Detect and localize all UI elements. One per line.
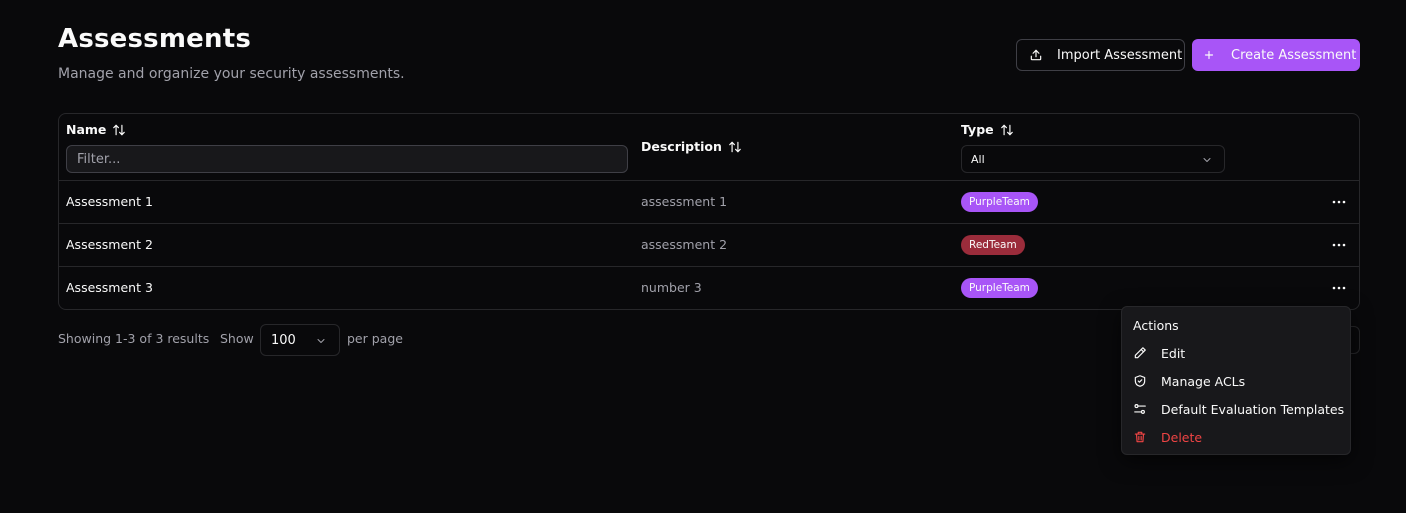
more-horizontal-icon — [1332, 286, 1346, 290]
type-badge: PurpleTeam — [961, 278, 1038, 298]
sliders-icon — [1134, 404, 1146, 414]
page-subtitle: Manage and organize your security assess… — [58, 66, 405, 82]
per-page-value: 100 — [271, 332, 296, 348]
chevron-down-icon — [1203, 158, 1211, 162]
upload-icon — [1030, 49, 1042, 61]
column-header-name[interactable]: Name — [66, 122, 126, 137]
more-horizontal-icon — [1332, 243, 1346, 247]
column-header-description[interactable]: Description — [641, 139, 742, 154]
menu-item-delete[interactable]: Delete — [1126, 424, 1348, 450]
row-actions-menu: Actions Edit Manage ACLs Default Evaluat… — [1121, 306, 1351, 455]
type-badge: RedTeam — [961, 235, 1025, 255]
table-row[interactable]: Assessment 1 assessment 1 PurpleTeam — [59, 180, 1359, 223]
row-name: Assessment 2 — [66, 237, 153, 252]
sort-icon — [729, 141, 741, 152]
import-assessment-button[interactable]: Import Assessment — [1016, 39, 1185, 71]
trash-icon — [1134, 431, 1146, 443]
results-summary: Showing 1-3 of 3 results — [58, 331, 210, 346]
type-badge: PurpleTeam — [961, 192, 1038, 212]
sort-icon — [1000, 124, 1013, 135]
menu-item-label: Delete — [1161, 429, 1203, 445]
row-description: number 3 — [641, 280, 702, 295]
column-header-type[interactable]: Type — [961, 122, 1014, 137]
create-assessment-label: Create Assessment — [1231, 47, 1357, 63]
table-row[interactable]: Assessment 3 number 3 PurpleTeam — [59, 266, 1359, 309]
menu-item-label: Manage ACLs — [1161, 373, 1246, 389]
row-actions-button[interactable] — [1329, 193, 1349, 211]
assessments-table: Name Description Type All Assessment 1 a… — [58, 113, 1360, 310]
menu-item-manage-acls[interactable]: Manage ACLs — [1126, 368, 1348, 394]
row-actions-button[interactable] — [1329, 279, 1349, 297]
menu-item-default-evaluation-templates[interactable]: Default Evaluation Templates — [1126, 396, 1348, 422]
page-title: Assessments — [58, 24, 251, 54]
row-actions-button[interactable] — [1329, 236, 1349, 254]
row-description: assessment 1 — [641, 194, 728, 209]
per-page-label: per page — [347, 331, 403, 346]
create-assessment-button[interactable]: Create Assessment — [1192, 39, 1360, 71]
menu-item-edit[interactable]: Edit — [1126, 340, 1348, 366]
row-name: Assessment 1 — [66, 194, 153, 209]
type-filter-value: All — [971, 152, 985, 166]
type-filter-select[interactable]: All — [961, 145, 1225, 173]
show-label: Show — [220, 331, 254, 346]
more-horizontal-icon — [1332, 200, 1346, 204]
name-filter-input[interactable] — [66, 145, 628, 173]
import-assessment-label: Import Assessment — [1057, 47, 1183, 63]
sort-icon — [113, 124, 126, 135]
pencil-icon — [1134, 347, 1146, 359]
row-name: Assessment 3 — [66, 280, 153, 295]
column-type-label: Type — [961, 122, 994, 137]
menu-item-label: Edit — [1161, 345, 1186, 361]
menu-header: Actions — [1133, 318, 1179, 333]
row-description: assessment 2 — [641, 237, 728, 252]
plus-icon — [1204, 50, 1214, 60]
menu-item-label: Default Evaluation Templates — [1161, 401, 1345, 417]
per-page-select[interactable]: 100 — [260, 324, 340, 356]
column-name-label: Name — [66, 122, 107, 137]
column-description-label: Description — [641, 139, 722, 154]
shield-icon — [1134, 375, 1146, 387]
chevron-down-icon — [317, 339, 325, 343]
table-row[interactable]: Assessment 2 assessment 2 RedTeam — [59, 223, 1359, 266]
